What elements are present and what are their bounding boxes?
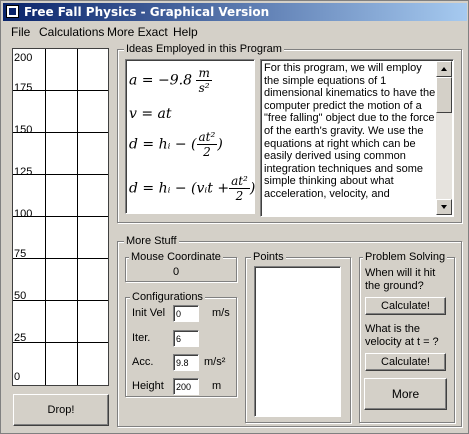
equation-distance-1: d = hᵢ − (at² 2)	[129, 130, 223, 159]
init-vel-label: Init Vel	[132, 307, 166, 319]
eq-d2-lhs: d = hᵢ − (vᵢt +	[129, 180, 230, 197]
y-label: 200	[14, 52, 33, 64]
grid-vline	[45, 49, 46, 385]
scroll-down-button[interactable]	[436, 199, 452, 215]
app-icon[interactable]	[6, 5, 19, 18]
y-label: 50	[14, 290, 27, 302]
more-stuff-legend: More Stuff	[124, 234, 179, 248]
equation-velocity: v = at	[129, 106, 172, 122]
scroll-up-button[interactable]	[436, 61, 452, 77]
drop-button[interactable]: Drop!	[13, 394, 109, 426]
iter-field[interactable]	[173, 330, 199, 347]
y-label: 125	[14, 166, 33, 178]
question-hit-ground: When will it hit the ground?	[365, 267, 436, 292]
eq-d1-fraction: at² 2	[196, 130, 218, 159]
iter-label: Iter.	[132, 332, 151, 344]
menu-more-exact[interactable]: More Exact	[107, 23, 168, 41]
y-label: 100	[14, 208, 33, 220]
menu-bar: File Calculations More Exact Help	[3, 23, 467, 41]
problem-solving-legend: Problem Solving	[363, 250, 448, 264]
menu-help[interactable]: Help	[173, 23, 198, 41]
description-textbox[interactable]: For this program, we will employ the sim…	[260, 59, 454, 217]
graph-canvas[interactable]: 200 175 150 125 100 75 50 25 0	[12, 48, 109, 386]
acc-unit: m/s²	[204, 356, 226, 368]
y-label: 150	[14, 124, 33, 136]
calculate-velocity-button[interactable]: Calculate!	[365, 353, 446, 371]
height-label: Height	[132, 380, 164, 392]
eq-d2-rhs: )	[249, 180, 256, 197]
eq-a-num: m	[196, 66, 212, 81]
height-unit: m	[212, 380, 222, 392]
grid-hline	[13, 342, 108, 343]
eq-d1-lhs: d = hᵢ − (	[129, 136, 197, 153]
y-label: 75	[14, 248, 27, 260]
scroll-thumb[interactable]	[436, 77, 452, 113]
ideas-legend: Ideas Employed in this Program	[124, 42, 284, 56]
eq-a-fraction: m s²	[196, 66, 212, 95]
mouse-coordinate-legend: Mouse Coordinate	[129, 250, 223, 264]
eq-a-lhs: a = −9.8	[129, 72, 192, 89]
eq-a-den: s²	[198, 81, 210, 95]
eq-d1-den: 2	[203, 145, 211, 159]
y-label: 175	[14, 82, 33, 94]
acc-field[interactable]	[173, 354, 199, 371]
acc-label: Acc.	[132, 356, 154, 368]
title-bar[interactable]: Free Fall Physics - Graphical Version	[3, 3, 467, 21]
points-listbox[interactable]	[254, 266, 341, 417]
question-velocity: What is the velocity at t = ?	[365, 323, 439, 348]
grid-vline	[77, 49, 78, 385]
eq-d2-num: at²	[229, 174, 250, 189]
init-vel-field[interactable]	[173, 305, 199, 322]
grid-hline	[13, 300, 108, 301]
init-vel-unit: m/s	[212, 307, 230, 319]
height-field[interactable]	[173, 378, 199, 395]
app-window: Free Fall Physics - Graphical Version Fi…	[0, 0, 469, 434]
window-title: Free Fall Physics - Graphical Version	[24, 5, 270, 19]
vertical-scrollbar[interactable]	[436, 61, 452, 215]
grid-hline	[13, 258, 108, 259]
configurations-legend: Configurations	[130, 290, 205, 304]
equations-panel: a = −9.8 m s² v = at d = hᵢ − (at² 2) d =…	[125, 59, 255, 214]
y-label: 25	[14, 332, 27, 344]
arrow-up-icon	[441, 67, 447, 71]
mouse-coordinate-group: Mouse Coordinate 0	[125, 250, 237, 282]
menu-calculations[interactable]: Calculations	[39, 23, 104, 41]
eq-d1-rhs: )	[217, 136, 223, 153]
eq-d1-num: at²	[196, 130, 218, 145]
eq-d2-den: 2	[235, 189, 244, 203]
mouse-coordinate-value: 0	[173, 266, 180, 278]
points-legend: Points	[251, 250, 286, 264]
menu-file[interactable]: File	[11, 23, 30, 41]
y-label: 0	[14, 371, 21, 383]
eq-d2-fraction: at² 2	[229, 174, 250, 203]
equation-distance-2: d = hᵢ − (vᵢt + at² 2)	[129, 174, 255, 203]
calculate-hit-button[interactable]: Calculate!	[365, 297, 446, 315]
arrow-down-icon	[441, 205, 447, 209]
description-text: For this program, we will employ the sim…	[264, 62, 436, 200]
equation-acceleration: a = −9.8 m s²	[129, 66, 212, 95]
more-button[interactable]: More	[364, 378, 447, 410]
